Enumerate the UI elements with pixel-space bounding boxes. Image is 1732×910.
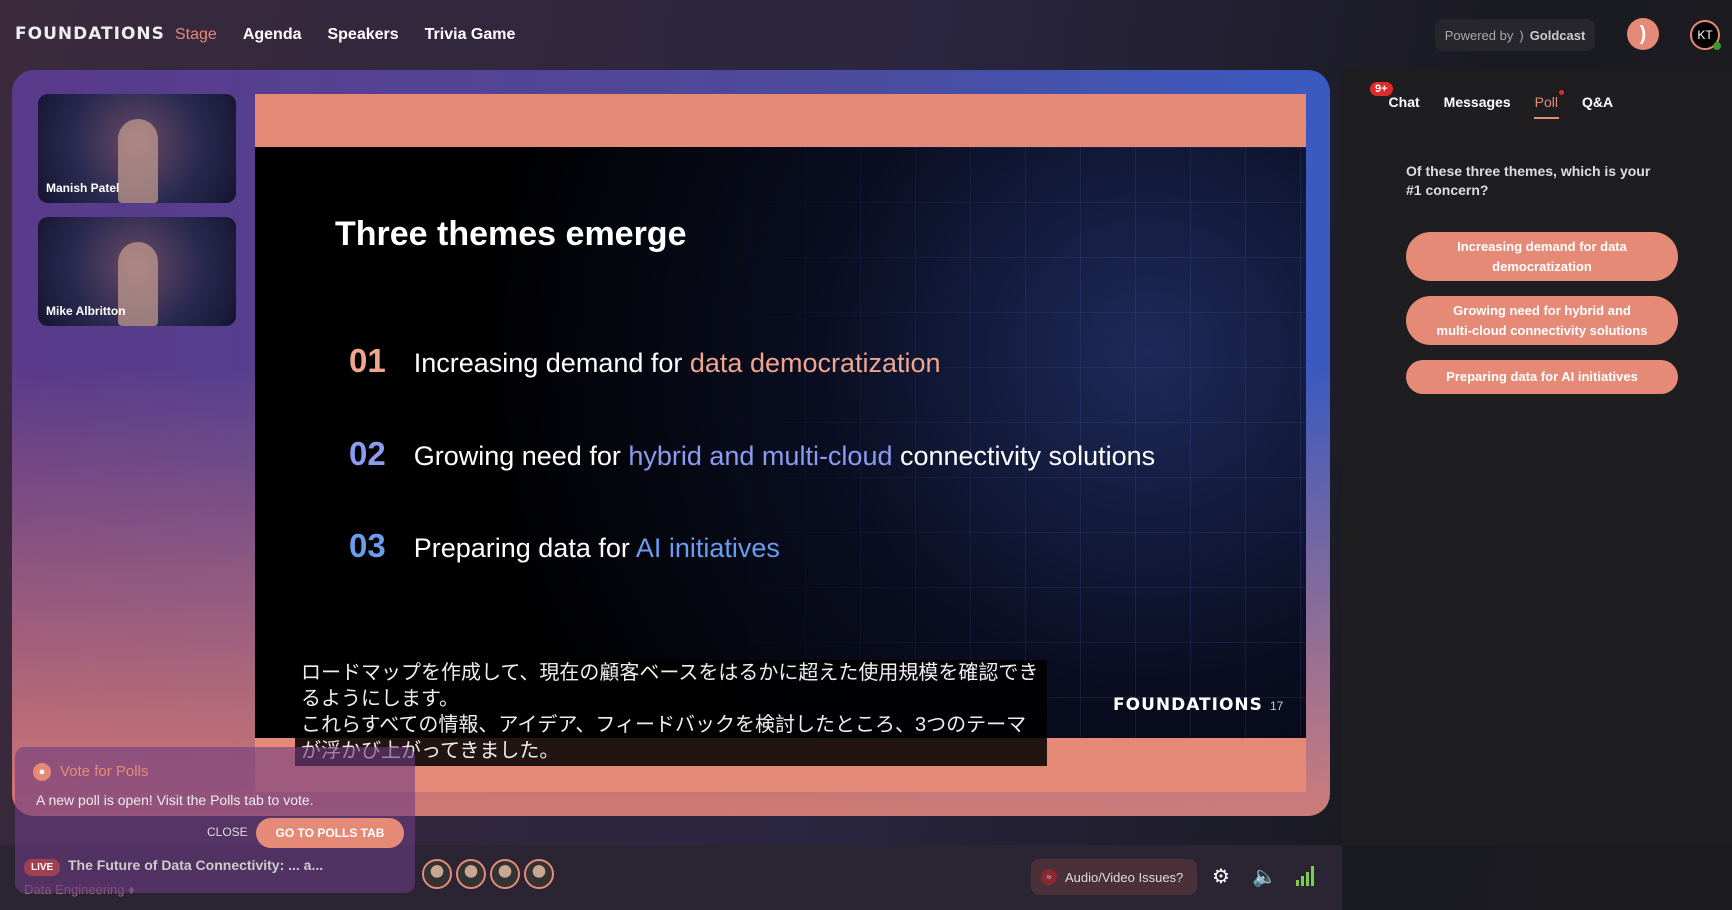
live-badge: LIVE <box>24 859 61 876</box>
wifi-icon: ≈ <box>1041 869 1057 885</box>
signal-strength-icon <box>1296 866 1314 886</box>
poll-option[interactable]: Preparing data for AI initiatives <box>1406 360 1678 394</box>
theme-number: 01 <box>349 342 386 379</box>
av-issues-button[interactable]: ≈ Audio/Video Issues? <box>1031 859 1197 895</box>
close-button[interactable]: CLOSE <box>207 825 248 839</box>
tab-qa[interactable]: Q&A <box>1582 94 1613 110</box>
brand-name: Goldcast <box>1529 27 1586 43</box>
poll-question: Of these three themes, which is your #1 … <box>1406 163 1651 198</box>
powered-by-label: Powered by <box>1444 27 1514 43</box>
theme-item: 03 Preparing data for AI initiatives <box>349 527 780 565</box>
main-nav: Stage Agenda Speakers Trivia Game <box>175 26 515 44</box>
user-initials: KT <box>1697 28 1713 42</box>
theme-text: Growing need for hybrid and multi-cloud … <box>413 441 1156 471</box>
theme-number: 03 <box>349 527 386 564</box>
slide-title: Three themes emerge <box>335 215 687 253</box>
speaker-avatar[interactable] <box>490 859 520 889</box>
speaker-name: Manish Patel <box>46 181 120 195</box>
speaker-video-tile[interactable]: Manish Patel <box>38 94 236 203</box>
nav-trivia-game[interactable]: Trivia Game <box>425 26 516 44</box>
poll-option[interactable]: Increasing demand for data democratizati… <box>1406 232 1678 281</box>
poll-option[interactable]: Growing need for hybrid and multi-cloud … <box>1406 296 1678 345</box>
popup-message: A new poll is open! Visit the Polls tab … <box>36 792 314 808</box>
foundations-logo[interactable]: FOUNDATIONS <box>15 24 165 44</box>
theme-item: 02 Growing need for hybrid and multi-clou… <box>349 435 1155 473</box>
theme-text: Preparing data for AI initiatives <box>413 533 780 563</box>
nav-stage[interactable]: Stage <box>175 26 217 44</box>
online-status-icon <box>1713 42 1721 50</box>
goldcast-logo-icon: ) <box>1519 27 1524 43</box>
notification-dot-icon <box>1558 90 1564 95</box>
slide-body: Three themes emerge 01 Increasing demand … <box>255 147 1306 738</box>
goldcast-icon[interactable]: ) <box>1627 18 1659 50</box>
bell-icon: ● <box>33 763 51 781</box>
caption-line: ロードマップを作成して、現在の顧客ベースをはるかに超えた使用規模を確認できるよう… <box>301 662 1039 710</box>
av-issues-label: Audio/Video Issues? <box>1065 869 1184 885</box>
speaker-avatar[interactable] <box>456 859 486 889</box>
go-to-polls-button[interactable]: GO TO POLLS TAB <box>256 818 404 848</box>
slide-page-number: 17 <box>1270 699 1284 713</box>
nav-agenda[interactable]: Agenda <box>243 26 302 44</box>
speaker-video <box>118 119 158 203</box>
theme-item: 01 Increasing demand for data democratiza… <box>349 342 941 380</box>
theme-number: 02 <box>349 435 386 472</box>
slide-logo: FOUNDATIONS <box>1113 695 1263 715</box>
nav-speakers[interactable]: Speakers <box>327 26 398 44</box>
panel-tabs: 9+Chat Messages Poll Q&A <box>1366 82 1613 119</box>
powered-by-goldcast[interactable]: Powered by ) Goldcast <box>1435 19 1595 51</box>
user-avatar[interactable]: KT <box>1690 20 1721 50</box>
tab-poll[interactable]: Poll <box>1533 90 1564 119</box>
speaker-video-tile[interactable]: Mike Albritton <box>38 217 236 326</box>
speaker-avatar[interactable] <box>422 859 452 889</box>
popup-title: Vote for Polls <box>60 763 149 780</box>
tab-chat[interactable]: 9+Chat <box>1366 82 1420 110</box>
tab-label: Chat <box>1388 94 1420 110</box>
theme-text: Increasing demand for data democratizati… <box>413 348 941 378</box>
tab-label: Poll <box>1534 94 1558 110</box>
gear-icon[interactable]: ⚙ <box>1212 864 1230 889</box>
speaker-icon[interactable]: 🔈 <box>1252 864 1277 889</box>
event-title[interactable]: The Future of Data Connectivity: ... a..… <box>68 857 413 873</box>
speaker-avatar[interactable] <box>524 859 554 889</box>
tab-messages[interactable]: Messages <box>1444 94 1511 110</box>
speaker-name: Mike Albritton <box>46 304 126 318</box>
